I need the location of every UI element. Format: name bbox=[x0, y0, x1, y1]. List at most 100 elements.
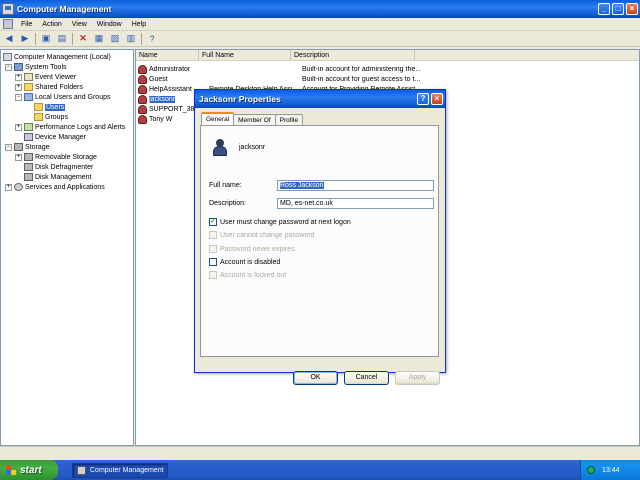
tree-item-disk-management[interactable]: Disk Management bbox=[24, 172, 91, 182]
users-icon bbox=[24, 93, 33, 101]
collapse-icon[interactable]: − bbox=[15, 93, 22, 101]
maximize-button[interactable]: □ bbox=[612, 3, 624, 15]
user-icon bbox=[138, 104, 147, 114]
menu-window[interactable]: Window bbox=[92, 21, 127, 28]
export-list-icon[interactable]: ▥ bbox=[125, 33, 137, 45]
list-item[interactable]: Administrator Built-in account for admin… bbox=[136, 64, 442, 74]
cancel-button[interactable]: Cancel bbox=[344, 371, 389, 385]
collapse-icon[interactable]: − bbox=[5, 143, 12, 151]
close-button[interactable]: × bbox=[626, 3, 638, 15]
status-bar bbox=[0, 446, 640, 460]
folder-icon bbox=[24, 83, 33, 91]
properties-icon[interactable]: ▦ bbox=[93, 33, 105, 45]
ok-button[interactable]: OK bbox=[293, 371, 338, 385]
taskbar-item-computer-management[interactable]: Computer Management bbox=[72, 462, 168, 478]
checkbox-must-change-password[interactable]: ✓ User must change password at next logo… bbox=[209, 218, 351, 226]
tab-general[interactable]: General bbox=[201, 112, 235, 126]
username-label: jacksonr bbox=[239, 144, 266, 151]
tree-item-users[interactable]: Users bbox=[34, 102, 66, 112]
window-titlebar[interactable]: Computer Management _ □ × bbox=[0, 0, 640, 18]
disk-icon bbox=[24, 173, 33, 181]
toolbar-separator bbox=[72, 32, 73, 45]
column-header-name[interactable]: Name bbox=[136, 50, 199, 61]
collapse-icon[interactable]: − bbox=[5, 63, 12, 71]
divider bbox=[209, 166, 433, 167]
folder-icon bbox=[34, 103, 43, 111]
expand-icon[interactable]: + bbox=[5, 183, 12, 191]
tree-item-performance-logs[interactable]: + Performance Logs and Alerts bbox=[15, 122, 125, 132]
dialog-titlebar[interactable]: Jacksonr Properties ? × bbox=[195, 90, 445, 108]
storage-icon bbox=[14, 143, 23, 151]
disk-icon bbox=[24, 163, 33, 171]
properties-dialog: Jacksonr Properties ? × General Member O… bbox=[194, 89, 446, 385]
menu-help[interactable]: Help bbox=[127, 21, 151, 28]
toolbar: ◀ ▶ ▣ ▤ ✕ ▦ ▧ ▥ ? bbox=[0, 31, 640, 47]
help-icon[interactable]: ? bbox=[146, 33, 158, 45]
clock[interactable]: 13:44 bbox=[602, 467, 620, 474]
expand-icon[interactable]: + bbox=[15, 153, 22, 161]
expand-icon[interactable]: + bbox=[15, 83, 22, 91]
up-folder-icon[interactable]: ▣ bbox=[40, 33, 52, 45]
taskbar: start Computer Management EN 13:44 bbox=[0, 460, 640, 480]
delete-icon[interactable]: ✕ bbox=[77, 33, 89, 45]
network-icon[interactable] bbox=[587, 466, 595, 474]
menu-view[interactable]: View bbox=[67, 21, 92, 28]
tree-item-computer-management[interactable]: Computer Management (Local) bbox=[3, 52, 111, 62]
list-item[interactable]: Guest Built-in account for guest access … bbox=[136, 74, 442, 84]
dialog-tabs: General Member Of Profile bbox=[201, 112, 304, 126]
tree-item-device-manager[interactable]: Device Manager bbox=[24, 132, 86, 142]
expand-icon[interactable]: + bbox=[15, 73, 22, 81]
user-icon bbox=[138, 84, 147, 94]
tree-item-disk-defragmenter[interactable]: Disk Defragmenter bbox=[24, 162, 93, 172]
tree-item-shared-folders[interactable]: + Shared Folders bbox=[15, 82, 83, 92]
system-tray: 13:44 bbox=[580, 460, 640, 480]
menu-file[interactable]: File bbox=[16, 21, 37, 28]
performance-icon bbox=[24, 123, 33, 131]
checkbox-account-locked-out: Account is locked out bbox=[209, 271, 286, 279]
disk-icon bbox=[24, 153, 33, 161]
computer-icon bbox=[3, 53, 12, 61]
menu-bar: File Action View Window Help bbox=[0, 18, 640, 31]
tools-icon bbox=[14, 63, 23, 71]
full-name-field[interactable]: Ross Jackson bbox=[277, 180, 434, 191]
tree-item-groups[interactable]: Groups bbox=[34, 112, 68, 122]
full-name-label: Full name: bbox=[209, 182, 242, 189]
apply-button: Apply bbox=[395, 371, 440, 385]
refresh-icon[interactable]: ▧ bbox=[109, 33, 121, 45]
start-button[interactable]: start bbox=[0, 460, 58, 480]
menu-action[interactable]: Action bbox=[37, 21, 66, 28]
computer-management-icon bbox=[77, 465, 86, 475]
tree-item-storage[interactable]: − Storage bbox=[5, 142, 50, 152]
description-field[interactable]: MD, es-net.co.uk bbox=[277, 198, 434, 209]
checkbox-password-never-expires: Password never expires bbox=[209, 245, 295, 253]
tree-item-local-users-and-groups[interactable]: − Local Users and Groups bbox=[15, 92, 110, 102]
window-title: Computer Management bbox=[17, 4, 112, 14]
user-icon bbox=[138, 94, 147, 104]
tree-item-removable-storage[interactable]: + Removable Storage bbox=[15, 152, 97, 162]
dialog-close-button[interactable]: × bbox=[431, 93, 443, 105]
checkbox-account-disabled[interactable]: Account is disabled bbox=[209, 258, 280, 266]
user-icon bbox=[138, 64, 147, 74]
tree-item-system-tools[interactable]: − System Tools bbox=[5, 62, 67, 72]
tree-item-services-and-applications[interactable]: + Services and Applications bbox=[5, 182, 105, 192]
minimize-button[interactable]: _ bbox=[598, 3, 610, 15]
back-icon[interactable]: ◀ bbox=[3, 33, 15, 45]
console-tree[interactable]: Computer Management (Local) − System Too… bbox=[0, 49, 134, 446]
tree-item-event-viewer[interactable]: + Event Viewer bbox=[15, 72, 76, 82]
checkmark-icon: ✓ bbox=[209, 218, 217, 226]
dialog-help-button[interactable]: ? bbox=[417, 93, 429, 105]
services-icon bbox=[14, 183, 23, 191]
forward-icon[interactable]: ▶ bbox=[19, 33, 31, 45]
show-tree-icon[interactable]: ▤ bbox=[56, 33, 68, 45]
column-header-description[interactable]: Description bbox=[291, 50, 415, 61]
toolbar-separator bbox=[35, 32, 36, 45]
description-label: Description: bbox=[209, 200, 246, 207]
column-header-full-name[interactable]: Full Name bbox=[199, 50, 291, 61]
device-manager-icon bbox=[24, 133, 33, 141]
mmc-icon[interactable] bbox=[3, 19, 13, 29]
user-icon bbox=[138, 114, 147, 124]
windows-logo-icon bbox=[6, 465, 16, 475]
folder-icon bbox=[34, 113, 43, 121]
checkbox-cannot-change-password: User cannot change password bbox=[209, 231, 315, 239]
expand-icon[interactable]: + bbox=[15, 123, 22, 131]
